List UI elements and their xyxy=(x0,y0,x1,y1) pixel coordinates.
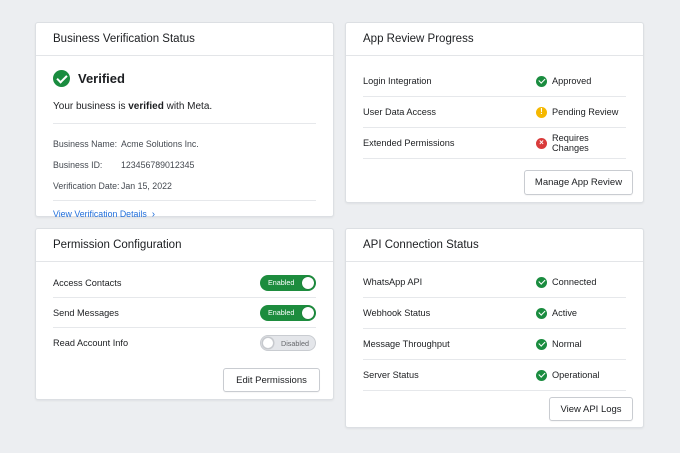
verification-message: Your business is verified with Meta. xyxy=(53,101,213,112)
permission-item: Send Messages Enabled xyxy=(53,298,316,328)
status-badge: × Requires Changes xyxy=(536,133,626,153)
review-item: Login Integration Approved xyxy=(363,66,626,97)
verification-date-row: Verification Date: Jan 15, 2022 xyxy=(53,180,172,191)
check-circle-icon xyxy=(536,369,547,381)
toggle-knob xyxy=(262,337,274,349)
app-review-card: App Review Progress Login Integration Ap… xyxy=(345,22,644,203)
warning-circle-icon: ! xyxy=(536,106,547,118)
check-circle-icon xyxy=(536,307,547,319)
status-badge: Approved xyxy=(536,75,626,87)
permission-configuration-card: Permission Configuration Access Contacts… xyxy=(35,228,334,400)
permission-item: Read Account Info Disabled xyxy=(53,328,316,358)
check-circle-icon xyxy=(53,70,70,87)
check-circle-icon xyxy=(536,75,547,87)
api-status-item: Webhook Status Active xyxy=(363,298,626,329)
status-badge: Connected xyxy=(536,276,626,288)
api-status-item: Message Throughput Normal xyxy=(363,329,626,360)
status-badge: Operational xyxy=(536,369,626,381)
business-id-row: Business ID: 123456789012345 xyxy=(53,159,195,170)
manage-app-review-button[interactable]: Manage App Review xyxy=(524,170,633,195)
chevron-right-icon: › xyxy=(151,208,156,220)
review-item: Extended Permissions × Requires Changes xyxy=(363,128,626,159)
view-verification-details-link[interactable]: View Verification Details › xyxy=(53,201,316,227)
verified-label: Verified xyxy=(78,71,125,86)
check-circle-icon xyxy=(536,338,547,350)
verified-status: Verified xyxy=(53,56,316,101)
card-title: App Review Progress xyxy=(346,23,643,56)
access-contacts-toggle[interactable]: Enabled xyxy=(260,274,316,291)
toggle-knob xyxy=(302,306,314,319)
read-account-info-toggle[interactable]: Disabled xyxy=(260,335,316,351)
status-badge: Normal xyxy=(536,338,626,350)
toggle-knob xyxy=(302,276,314,289)
business-name-row: Business Name: Acme Solutions Inc. xyxy=(53,138,199,149)
status-badge: Active xyxy=(536,307,626,319)
card-title: API Connection Status xyxy=(346,229,643,262)
api-status-item: Server Status Operational xyxy=(363,360,626,391)
review-item: User Data Access ! Pending Review xyxy=(363,97,626,128)
card-title: Permission Configuration xyxy=(36,229,333,262)
api-connection-card: API Connection Status WhatsApp API Conne… xyxy=(345,228,644,428)
card-title: Business Verification Status xyxy=(36,23,333,56)
status-badge: ! Pending Review xyxy=(536,106,626,118)
permission-item: Access Contacts Enabled xyxy=(53,268,316,298)
edit-permissions-button[interactable]: Edit Permissions xyxy=(223,368,320,392)
check-circle-icon xyxy=(536,276,547,288)
api-status-item: WhatsApp API Connected xyxy=(363,267,626,298)
business-verification-card: Business Verification Status Verified Yo… xyxy=(35,22,334,220)
send-messages-toggle[interactable]: Enabled xyxy=(260,304,316,321)
view-api-logs-button[interactable]: View API Logs xyxy=(549,397,633,421)
error-circle-icon: × xyxy=(536,137,547,149)
